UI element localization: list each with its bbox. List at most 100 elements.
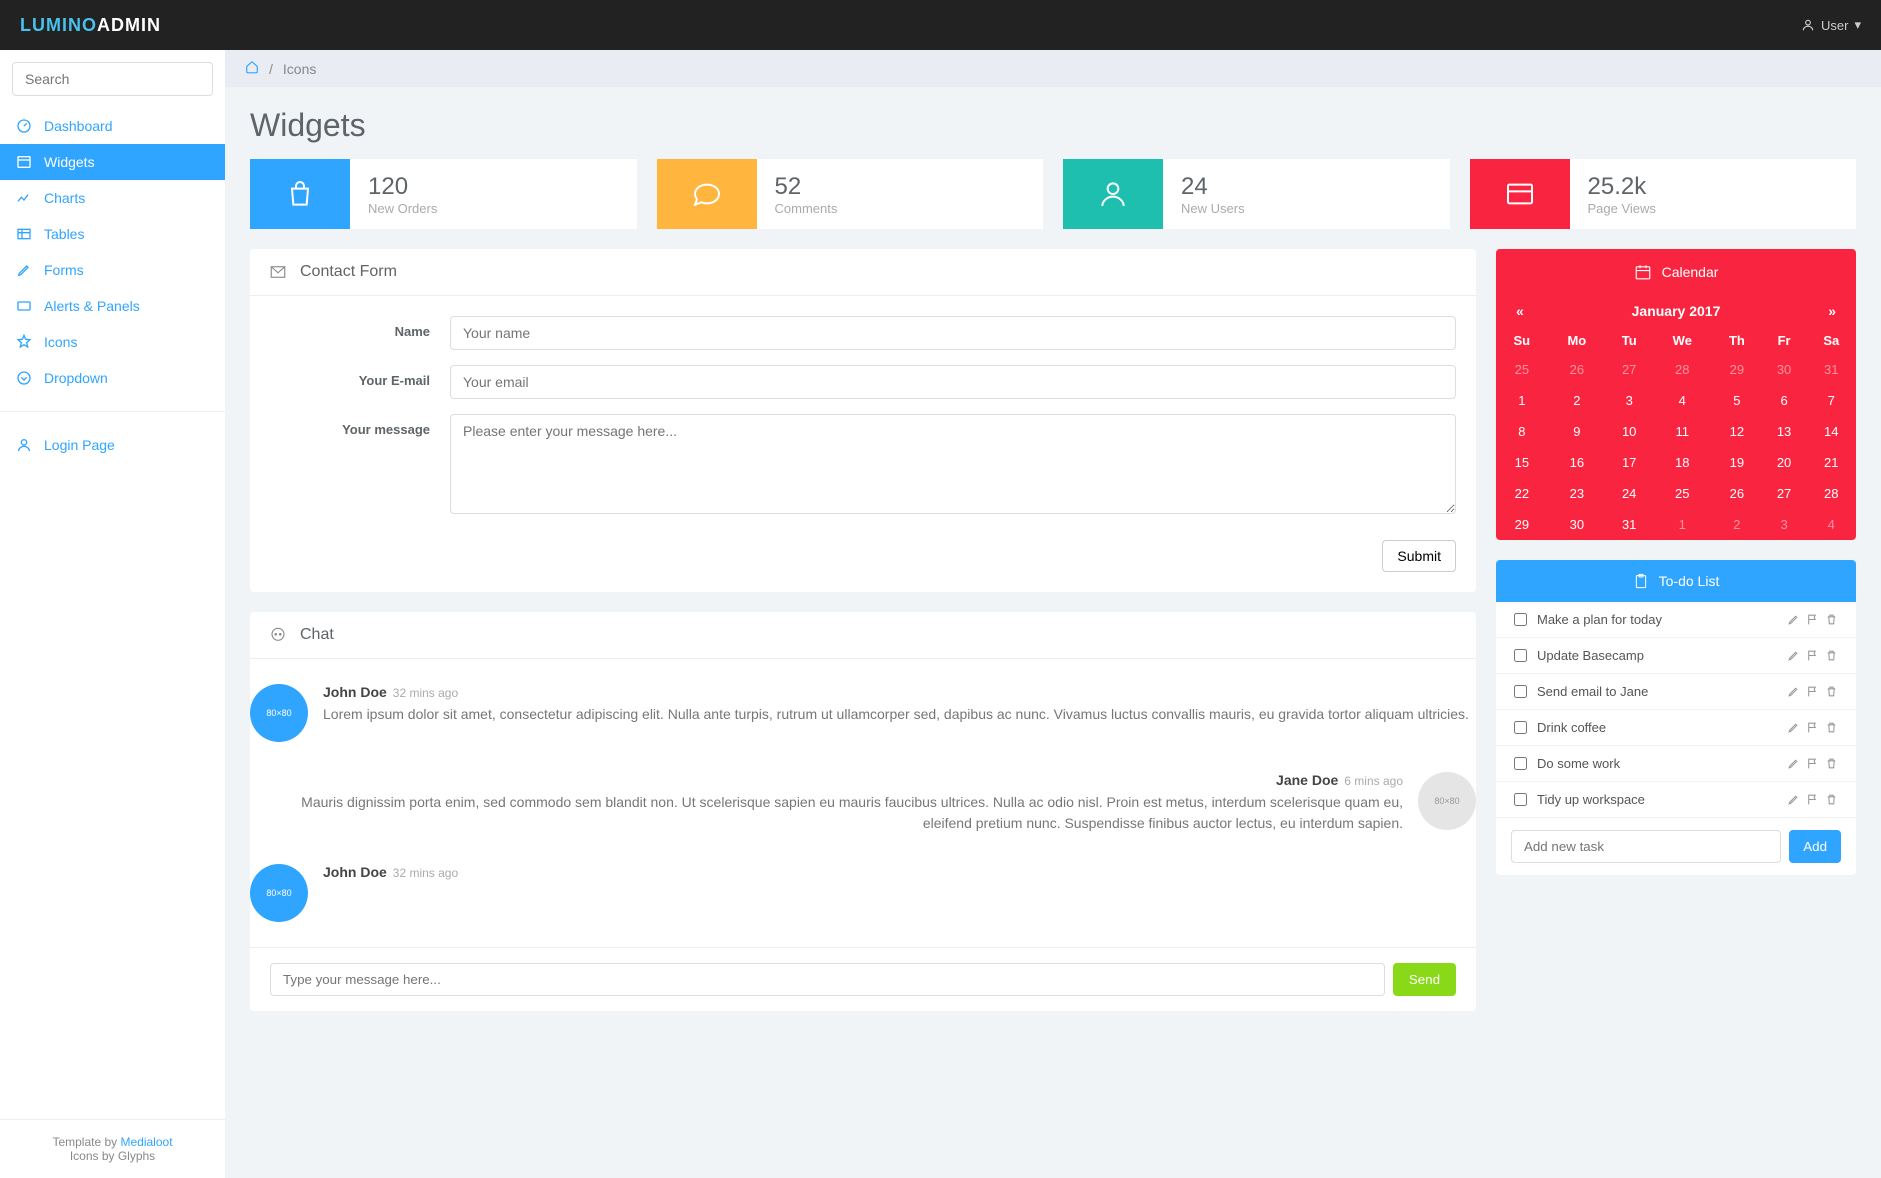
calendar-day[interactable]: 31 <box>1807 354 1856 385</box>
calendar-day[interactable]: 14 <box>1807 416 1856 447</box>
calendar-day[interactable]: 18 <box>1652 447 1712 478</box>
calendar-day[interactable]: 25 <box>1496 354 1548 385</box>
calendar-day[interactable]: 26 <box>1548 354 1606 385</box>
email-input[interactable] <box>450 365 1456 399</box>
flag-icon[interactable] <box>1806 721 1819 734</box>
message-textarea[interactable] <box>450 414 1456 514</box>
breadcrumb-sep: / <box>269 61 273 77</box>
calendar-day[interactable]: 30 <box>1548 509 1606 540</box>
edit-icon[interactable] <box>1787 613 1800 626</box>
calendar-day[interactable]: 2 <box>1548 385 1606 416</box>
calendar-day[interactable]: 4 <box>1652 385 1712 416</box>
calendar-day[interactable]: 6 <box>1762 385 1807 416</box>
calendar-prev[interactable]: « <box>1516 303 1524 319</box>
todo-panel: To-do List Make a plan for todayUpdate B… <box>1496 560 1856 875</box>
todo-checkbox[interactable] <box>1514 757 1527 770</box>
flag-icon[interactable] <box>1806 649 1819 662</box>
calendar-day[interactable]: 22 <box>1496 478 1548 509</box>
sidebar-item-charts[interactable]: Charts <box>0 180 225 216</box>
calendar-day[interactable]: 28 <box>1652 354 1712 385</box>
calendar-day[interactable]: 28 <box>1807 478 1856 509</box>
calendar-day[interactable]: 24 <box>1606 478 1652 509</box>
calendar-day[interactable]: 5 <box>1712 385 1761 416</box>
calendar-day[interactable]: 15 <box>1496 447 1548 478</box>
brand[interactable]: LUMINOADMIN <box>20 15 161 36</box>
submit-button[interactable]: Submit <box>1382 540 1456 572</box>
flag-icon[interactable] <box>1806 685 1819 698</box>
trash-icon[interactable] <box>1825 757 1838 770</box>
sidebar-item-forms[interactable]: Forms <box>0 252 225 288</box>
sidebar-item-tables[interactable]: Tables <box>0 216 225 252</box>
user-menu[interactable]: User ▾ <box>1801 17 1861 33</box>
todo-checkbox[interactable] <box>1514 613 1527 626</box>
bag-icon <box>250 159 350 229</box>
todo-item: Do some work <box>1496 746 1856 782</box>
sidebar-item-alerts[interactable]: Alerts & Panels <box>0 288 225 324</box>
calendar-day[interactable]: 30 <box>1762 354 1807 385</box>
todo-checkbox[interactable] <box>1514 721 1527 734</box>
edit-icon[interactable] <box>1787 757 1800 770</box>
edit-icon[interactable] <box>1787 793 1800 806</box>
calendar-day[interactable]: 3 <box>1606 385 1652 416</box>
trash-icon[interactable] <box>1825 613 1838 626</box>
main: / Icons Widgets 120New Orders 52Comments… <box>225 50 1881 1051</box>
stat-views: 25.2kPage Views <box>1470 159 1857 229</box>
calendar-day[interactable]: 1 <box>1652 509 1712 540</box>
flag-icon[interactable] <box>1806 613 1819 626</box>
trash-icon[interactable] <box>1825 649 1838 662</box>
calendar-day[interactable]: 4 <box>1807 509 1856 540</box>
calendar-day[interactable]: 31 <box>1606 509 1652 540</box>
edit-icon[interactable] <box>1787 649 1800 662</box>
search-input[interactable] <box>12 62 213 96</box>
add-button[interactable]: Add <box>1789 830 1841 863</box>
calendar-header: Calendar <box>1496 249 1856 295</box>
sidebar-item-dropdown[interactable]: Dropdown <box>0 360 225 396</box>
calendar-day[interactable]: 13 <box>1762 416 1807 447</box>
calendar-day[interactable]: 27 <box>1606 354 1652 385</box>
todo-checkbox[interactable] <box>1514 685 1527 698</box>
calendar-day[interactable]: 19 <box>1712 447 1761 478</box>
edit-icon[interactable] <box>1787 685 1800 698</box>
trash-icon[interactable] <box>1825 685 1838 698</box>
todo-checkbox[interactable] <box>1514 793 1527 806</box>
stat-comments: 52Comments <box>657 159 1044 229</box>
calendar-day[interactable]: 11 <box>1652 416 1712 447</box>
calendar-day[interactable]: 29 <box>1712 354 1761 385</box>
home-icon[interactable] <box>245 60 259 77</box>
sidebar-item-widgets[interactable]: Widgets <box>0 144 225 180</box>
calendar-day[interactable]: 2 <box>1712 509 1761 540</box>
calendar-day[interactable]: 12 <box>1712 416 1761 447</box>
flag-icon[interactable] <box>1806 757 1819 770</box>
sidebar-item-dashboard[interactable]: Dashboard <box>0 108 225 144</box>
chat-input[interactable] <box>270 963 1385 996</box>
todo-checkbox[interactable] <box>1514 649 1527 662</box>
edit-icon[interactable] <box>1787 721 1800 734</box>
calendar-day[interactable]: 27 <box>1762 478 1807 509</box>
calendar-day[interactable]: 17 <box>1606 447 1652 478</box>
trash-icon[interactable] <box>1825 721 1838 734</box>
sidebar-item-icons[interactable]: Icons <box>0 324 225 360</box>
calendar-day[interactable]: 26 <box>1712 478 1761 509</box>
footer-link[interactable]: Medialoot <box>121 1135 173 1149</box>
calendar-day[interactable]: 21 <box>1807 447 1856 478</box>
calendar-day[interactable]: 20 <box>1762 447 1807 478</box>
send-button[interactable]: Send <box>1393 963 1456 996</box>
calendar-next[interactable]: » <box>1828 303 1836 319</box>
trash-icon[interactable] <box>1825 793 1838 806</box>
calendar-day[interactable]: 3 <box>1762 509 1807 540</box>
calendar-day[interactable]: 10 <box>1606 416 1652 447</box>
calendar-day[interactable]: 29 <box>1496 509 1548 540</box>
calendar-day[interactable]: 23 <box>1548 478 1606 509</box>
sidebar-item-login[interactable]: Login Page <box>0 427 225 463</box>
name-input[interactable] <box>450 316 1456 350</box>
calendar-day[interactable]: 9 <box>1548 416 1606 447</box>
todo-add-input[interactable] <box>1511 830 1781 863</box>
calendar-day[interactable]: 7 <box>1807 385 1856 416</box>
calendar-day[interactable]: 16 <box>1548 447 1606 478</box>
calendar-day[interactable]: 1 <box>1496 385 1548 416</box>
flag-icon[interactable] <box>1806 793 1819 806</box>
calendar-day[interactable]: 25 <box>1652 478 1712 509</box>
sidebar-item-label: Dropdown <box>44 370 108 386</box>
todo-actions <box>1787 757 1838 770</box>
calendar-day[interactable]: 8 <box>1496 416 1548 447</box>
